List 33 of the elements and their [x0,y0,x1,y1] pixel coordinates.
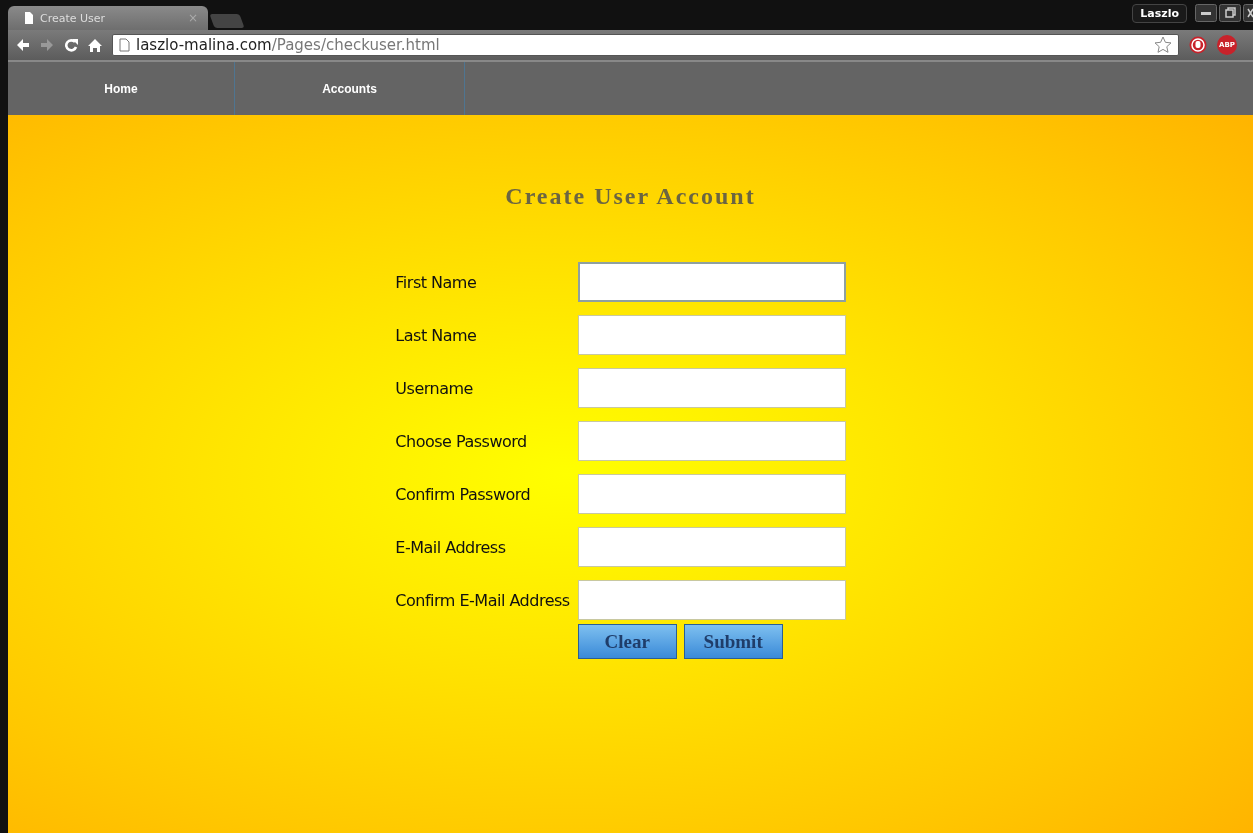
input-field[interactable] [577,315,846,355]
home-icon[interactable] [88,38,102,52]
input-field[interactable] [577,368,846,408]
page-icon [24,12,34,24]
page-title: Create User Account [505,183,756,210]
star-icon[interactable] [1154,36,1172,54]
field-label: E-Mail Address [395,537,507,557]
restore-button[interactable] [1219,4,1241,22]
close-window-button[interactable] [1243,4,1253,22]
back-icon[interactable] [16,38,30,52]
new-tab-button[interactable] [209,14,245,28]
page-icon [119,38,130,52]
tab-title: Create User [40,11,107,25]
field-label: Confirm E-Mail Address [395,590,570,610]
profile-button[interactable]: Laszlo [1132,4,1187,23]
input-field[interactable] [577,527,846,567]
input-field[interactable] [577,421,846,461]
field-label: Username [395,378,474,398]
reload-icon[interactable] [64,38,78,52]
url-text: laszlo-malina.com/Pages/checkuser.html [136,36,440,54]
field-label: First Name [395,272,478,292]
address-bar[interactable]: laszlo-malina.com/Pages/checkuser.html [112,34,1179,56]
form-button[interactable]: Submit [683,624,783,659]
form-button[interactable]: Clear [577,624,677,659]
browser-tab[interactable]: Create User × [8,6,208,30]
field-label: Choose Password [395,431,528,451]
input-field[interactable] [577,474,846,514]
input-field[interactable] [577,580,846,620]
minimize-button[interactable] [1195,4,1217,22]
field-label: Last Name [395,325,478,345]
field-label: Confirm Password [395,484,532,504]
input-field[interactable] [577,262,846,302]
forward-icon[interactable] [40,38,54,52]
